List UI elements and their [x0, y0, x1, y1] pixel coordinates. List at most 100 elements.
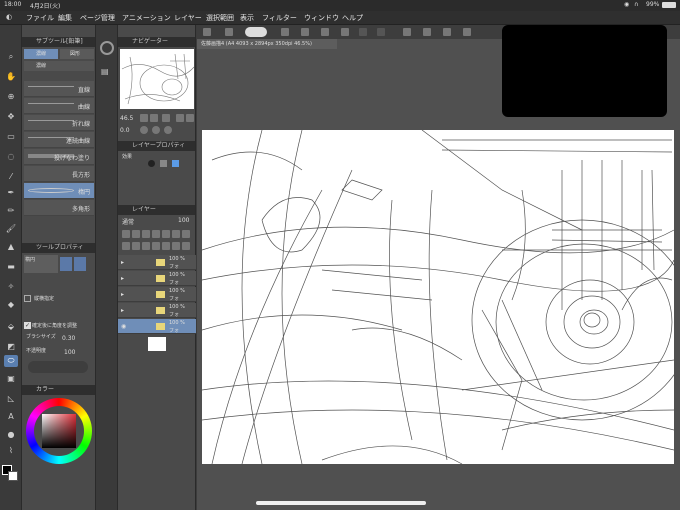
pen-tool-icon[interactable]: ✒ [4, 187, 18, 199]
visibility-icon[interactable]: ▸ [121, 259, 124, 266]
drawing-canvas[interactable] [201, 129, 680, 465]
color-square[interactable] [42, 414, 76, 448]
deselect-icon[interactable] [443, 28, 451, 36]
redo-icon[interactable] [377, 28, 385, 36]
menu-selection[interactable]: 選択範囲 [206, 13, 234, 23]
rotate-right-icon[interactable] [152, 126, 160, 134]
new-vector-layer-icon[interactable] [132, 242, 140, 250]
layer-tool-icon[interactable] [132, 230, 140, 238]
zoom-in-icon[interactable] [150, 114, 158, 122]
layer-tool-icon[interactable] [142, 230, 150, 238]
menu-animation[interactable]: アニメーション [122, 13, 171, 23]
subtool-item[interactable]: 多角形 [24, 200, 94, 216]
sub-color-swatch[interactable] [8, 471, 18, 481]
new-layer-icon[interactable] [122, 242, 130, 250]
menu-file[interactable]: ファイル [26, 13, 54, 23]
subtool-item[interactable]: 折れ線 [24, 115, 94, 131]
layer-icon[interactable]: ▤ [101, 67, 109, 76]
new-folder-icon[interactable] [142, 242, 150, 250]
flip-icon[interactable] [176, 114, 184, 122]
subtool-group-label[interactable]: 濃線 [24, 61, 94, 71]
navigator-icon[interactable] [100, 41, 114, 55]
visibility-icon[interactable]: ▸ [121, 291, 124, 298]
lasso-tool-icon[interactable]: ◌ [4, 151, 18, 163]
zoom-out-icon[interactable] [140, 114, 148, 122]
app-logo-icon[interactable]: ◐ [6, 13, 12, 21]
selection-tool-icon[interactable]: ▭ [4, 131, 18, 143]
subtool-item-selected[interactable]: 楕円 [24, 183, 94, 199]
tone-effect-icon[interactable] [160, 160, 167, 167]
brush-size-value[interactable]: 0.30 [62, 335, 75, 342]
subtool-item[interactable]: 投げなわ塗り [24, 149, 94, 165]
layer-row[interactable]: ▸ 100 % フォ [118, 303, 196, 318]
menu-view[interactable]: 表示 [240, 13, 254, 23]
menu-help[interactable]: ヘルプ [342, 13, 363, 23]
opacity-value[interactable]: 100 [64, 349, 75, 356]
fill-tool-icon[interactable]: ◆ [4, 299, 18, 311]
layer-row[interactable]: ▸ 100 % フォ [118, 287, 196, 302]
document-tab[interactable]: 佐藤画描4 (A4 4093 x 2894px 350dpi 46.5%) [197, 39, 337, 49]
aspect-checkbox[interactable] [24, 295, 31, 302]
eyedropper-tool-icon[interactable]: ⁄ [4, 171, 18, 183]
magnifier-tool-icon[interactable]: ⌕ [4, 51, 18, 63]
menu-window[interactable]: ウィンドウ [304, 13, 339, 23]
fit-icon[interactable] [162, 114, 170, 122]
zoom-value[interactable]: 46.5 [120, 115, 133, 122]
visibility-icon[interactable]: ▸ [121, 275, 124, 282]
blend-mode-select[interactable]: 通常 [122, 217, 134, 226]
layer-tool-icon[interactable] [182, 230, 190, 238]
rotate-left-icon[interactable] [140, 126, 148, 134]
brush-preset-bar[interactable] [28, 361, 88, 373]
home-indicator[interactable] [256, 501, 426, 505]
paper-layer-thumbnail[interactable] [148, 337, 166, 351]
subtool-item[interactable]: 曲線 [24, 98, 94, 114]
grid-icon[interactable] [203, 28, 211, 36]
balloon-tool-icon[interactable]: ● [4, 429, 18, 441]
pencil-tool-icon[interactable]: ✏ [4, 205, 18, 217]
menu-layer[interactable]: レイヤー [174, 13, 202, 23]
flip-vertical-icon[interactable] [186, 114, 194, 122]
layer-color-effect-icon[interactable] [172, 160, 179, 167]
rotate-value[interactable]: 0.0 [120, 127, 130, 134]
figure-tool-icon[interactable]: ⬭ [4, 355, 18, 367]
subtool-item[interactable]: 連続曲線 [24, 132, 94, 148]
shape-option-icon[interactable] [74, 257, 86, 271]
fix-angle-checkbox[interactable]: ✓ [24, 322, 31, 329]
correct-line-tool-icon[interactable]: ⌇ [4, 445, 18, 457]
frame-tool-icon[interactable]: ▣ [4, 373, 18, 385]
menu-filter[interactable]: フィルター [262, 13, 297, 23]
hand-tool-icon[interactable]: ✋ [4, 71, 18, 83]
gradient-tool-icon[interactable]: ◩ [4, 341, 18, 353]
shape-option-icon[interactable] [60, 257, 72, 271]
airbrush-tool-icon[interactable]: ▲ [4, 241, 18, 253]
subtool-group-tab-selected[interactable]: 濃線 [24, 49, 58, 59]
undo-icon[interactable] [359, 28, 367, 36]
bucket-tool-icon[interactable]: ⬙ [4, 321, 18, 333]
subtool-item[interactable]: 直線 [24, 81, 94, 97]
delete-layer-icon[interactable] [182, 242, 190, 250]
text-tool-icon[interactable]: A [4, 411, 18, 423]
layer-opacity-value[interactable]: 100 [178, 217, 189, 224]
merge-down-icon[interactable] [162, 242, 170, 250]
layer-tool-icon[interactable] [162, 230, 170, 238]
menu-page[interactable]: ページ管理 [80, 13, 115, 23]
layer-row[interactable]: ▸ 100 % フォ [118, 255, 196, 270]
lasso-fill-icon[interactable] [245, 27, 267, 37]
copy-layer-icon[interactable] [172, 242, 180, 250]
select-icon[interactable] [423, 28, 431, 36]
ruler-tool-icon[interactable]: ◺ [4, 393, 18, 405]
export-icon[interactable] [341, 28, 349, 36]
save-icon[interactable] [321, 28, 329, 36]
layer-row-selected[interactable]: ◉ 100 % フォ [118, 319, 196, 334]
eraser-tool-icon[interactable]: ▬ [4, 261, 18, 273]
layer-tool-icon[interactable] [172, 230, 180, 238]
blend-tool-icon[interactable]: ✧ [4, 281, 18, 293]
color-wheel[interactable] [26, 398, 92, 464]
new-file-icon[interactable] [281, 28, 289, 36]
visibility-icon[interactable]: ▸ [121, 307, 124, 314]
layer-tool-icon[interactable] [152, 230, 160, 238]
border-effect-icon[interactable] [148, 160, 155, 167]
zoom-tool-icon[interactable]: ⊕ [4, 91, 18, 103]
layer-tool-icon[interactable] [122, 230, 130, 238]
transform-icon[interactable] [403, 28, 411, 36]
